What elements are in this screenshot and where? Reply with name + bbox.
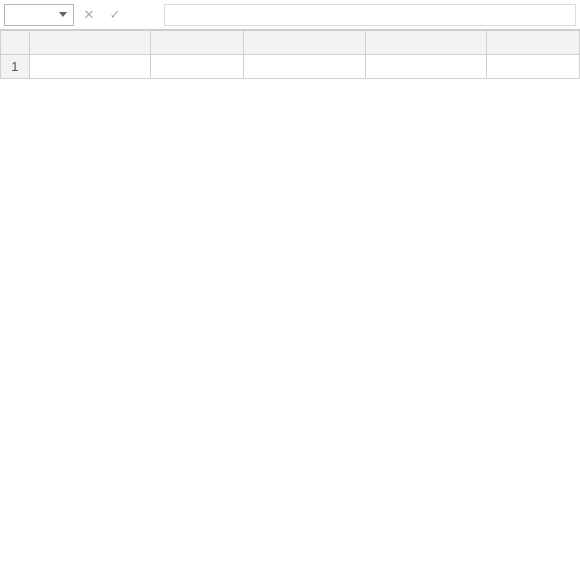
cell-C1[interactable] bbox=[244, 55, 366, 79]
cell-E1[interactable] bbox=[487, 55, 580, 79]
col-header-B[interactable] bbox=[151, 31, 244, 55]
cell-B1[interactable] bbox=[151, 55, 244, 79]
cell-A1[interactable] bbox=[29, 55, 151, 79]
enter-icon[interactable]: ✓ bbox=[106, 7, 124, 23]
spreadsheet-grid[interactable]: 1 bbox=[0, 30, 580, 79]
cell-D1[interactable] bbox=[365, 55, 487, 79]
cancel-icon[interactable]: ✕ bbox=[80, 7, 98, 23]
formula-input[interactable] bbox=[164, 4, 576, 26]
col-header-D[interactable] bbox=[365, 31, 487, 55]
col-header-C[interactable] bbox=[244, 31, 366, 55]
table-row: 1 bbox=[1, 55, 580, 79]
col-header-E[interactable] bbox=[487, 31, 580, 55]
grid-wrapper: 1 bbox=[0, 30, 580, 79]
column-header-row bbox=[1, 31, 580, 55]
row-header[interactable]: 1 bbox=[1, 55, 30, 79]
select-all-corner[interactable] bbox=[1, 31, 30, 55]
chevron-down-icon[interactable] bbox=[59, 12, 67, 17]
formula-buttons: ✕ ✓ bbox=[80, 7, 158, 23]
formula-bar-row: ✕ ✓ bbox=[0, 0, 580, 30]
name-box[interactable] bbox=[4, 4, 74, 26]
col-header-A[interactable] bbox=[29, 31, 151, 55]
